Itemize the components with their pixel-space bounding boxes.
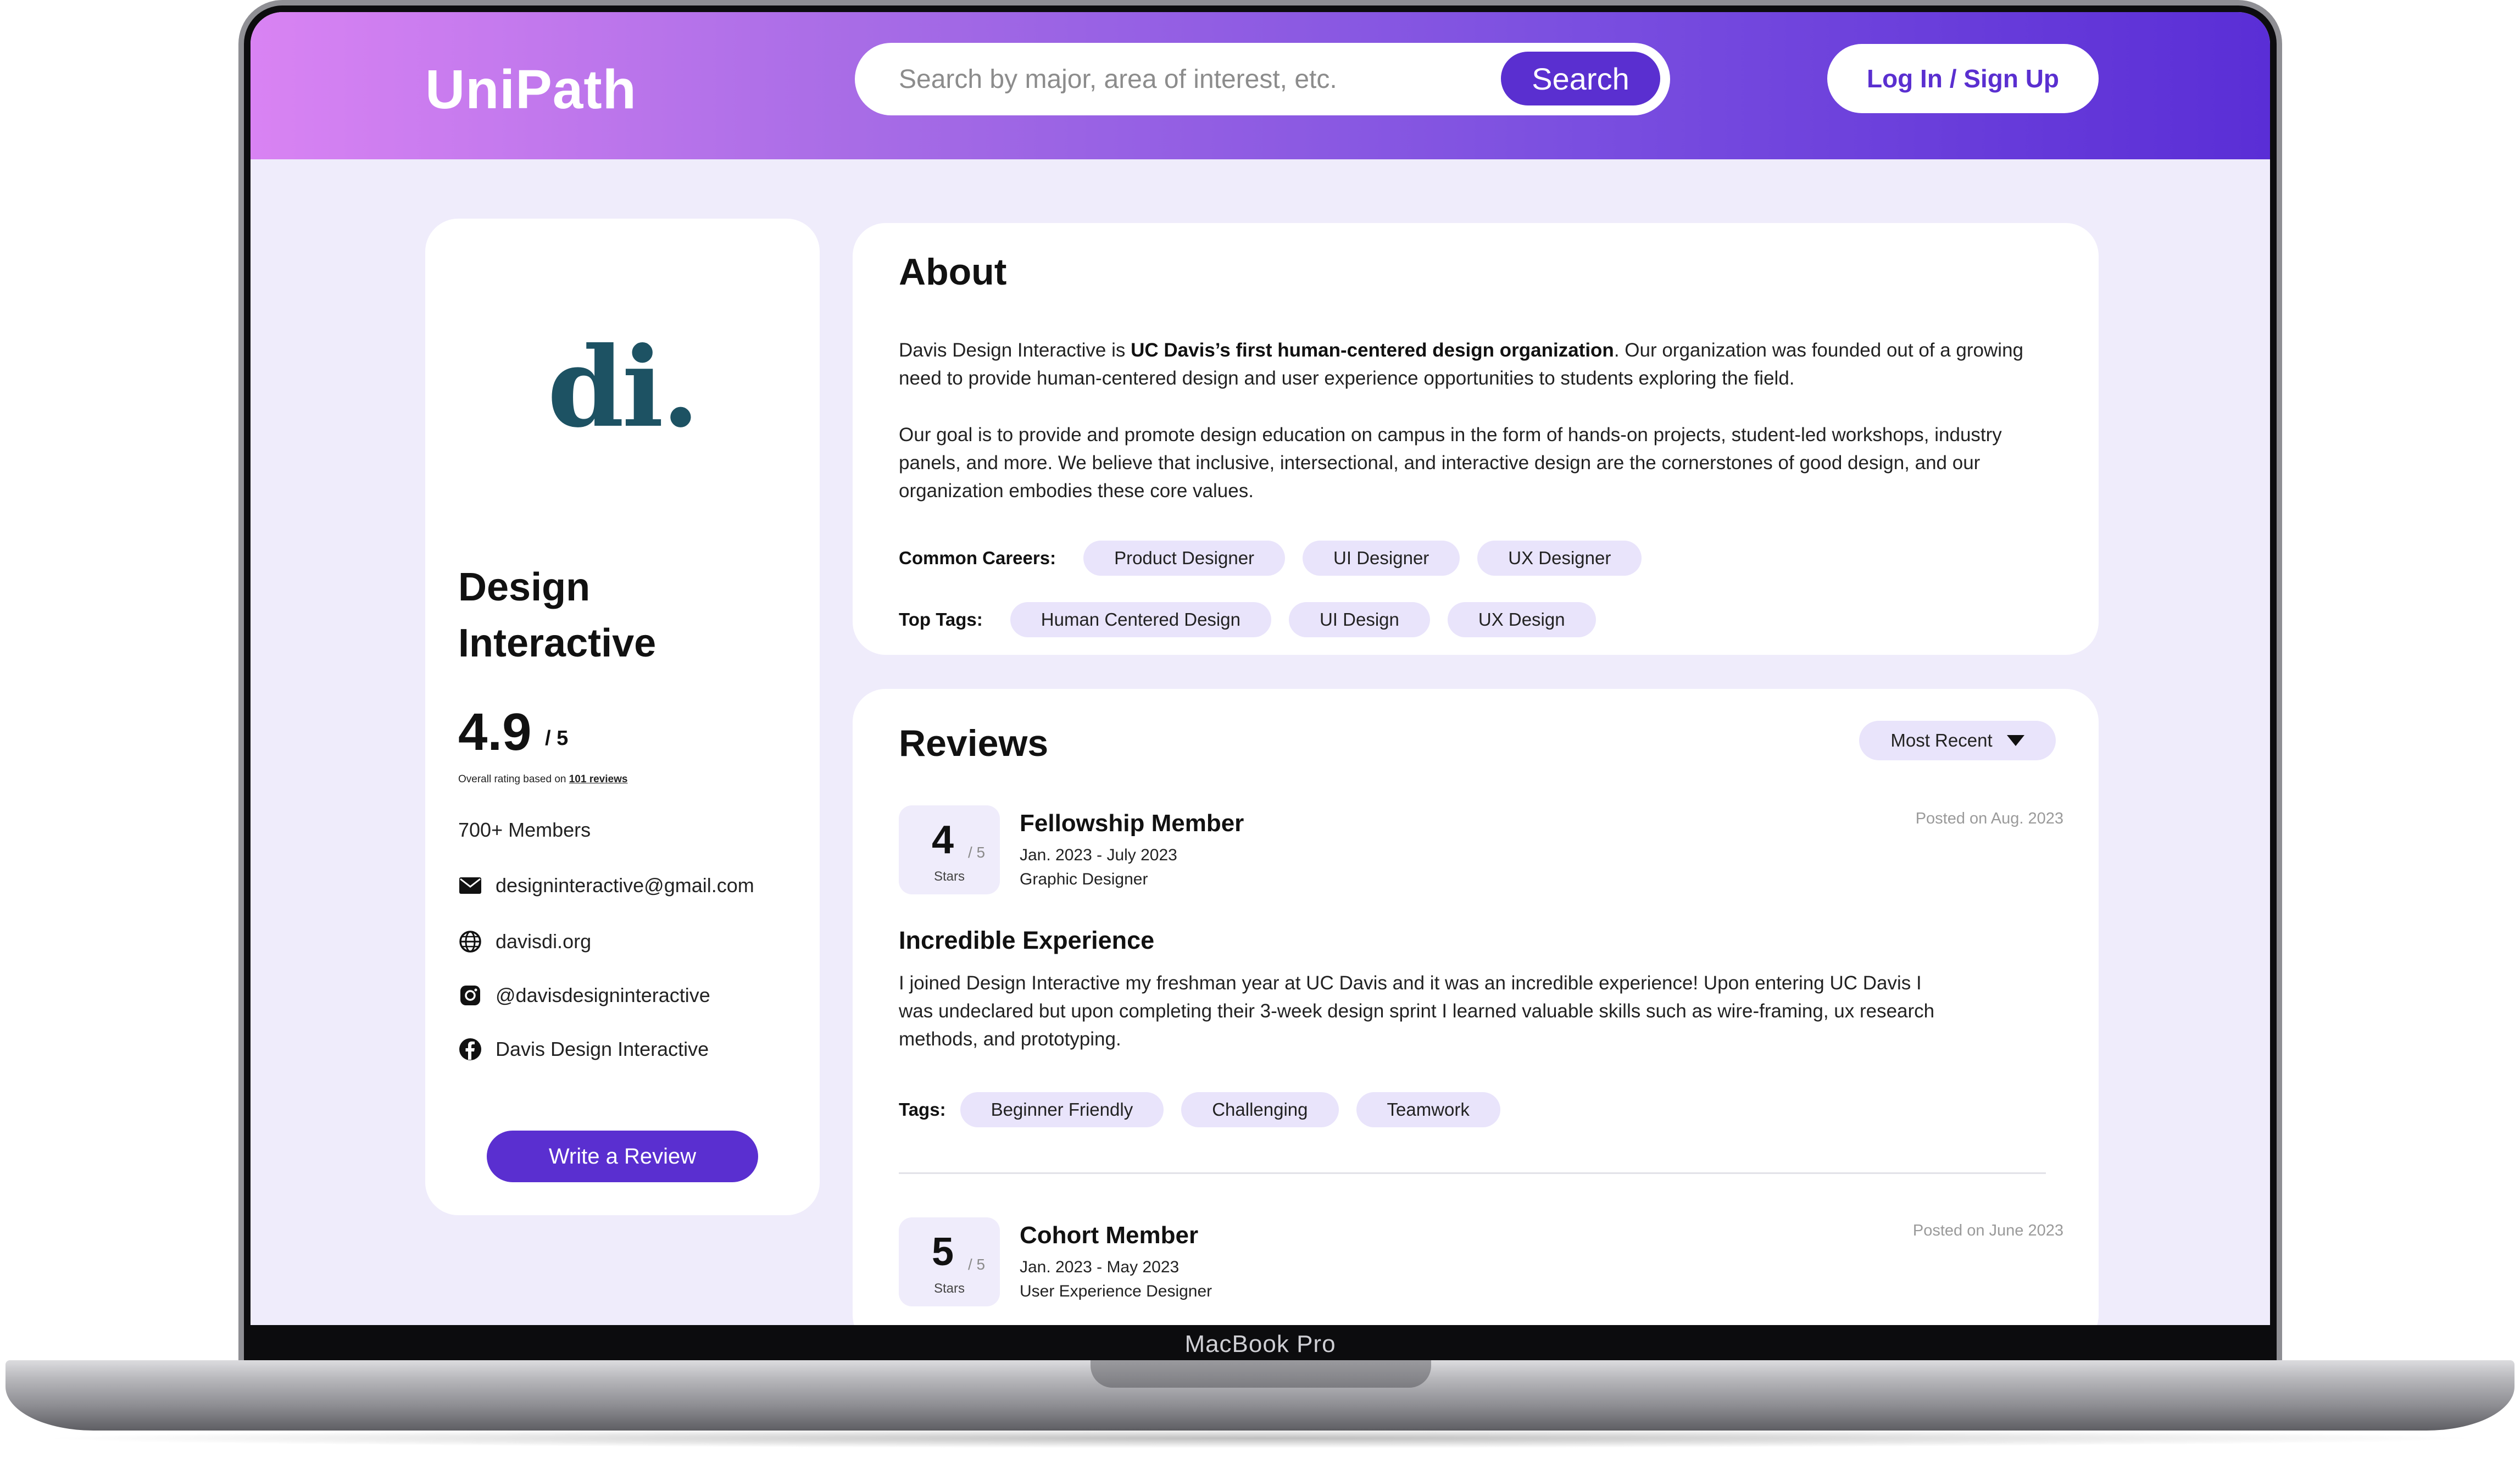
top-tags-row: Top Tags: Human Centered Design UI Desig… (899, 602, 1614, 637)
reviewer-role: Graphic Designer (1020, 870, 1148, 888)
contact-email[interactable]: designinteractive@gmail.com (458, 869, 754, 902)
review-posted-date: Posted on June 2023 (1912, 1222, 2063, 1239)
review-item: 5 / 5 Stars Cohort Member Jan. 2023 - Ma… (899, 1217, 2063, 1325)
review-tag-chip[interactable]: Teamwork (1356, 1092, 1500, 1127)
career-chip[interactable]: UX Designer (1477, 541, 1642, 576)
top-tags-label: Top Tags: (899, 609, 983, 630)
contact-facebook-text: Davis Design Interactive (496, 1038, 709, 1060)
review-tags-label: Tags: (899, 1099, 946, 1120)
review-title: Incredible Experience (899, 926, 1155, 954)
review-body: I joined Design Interactive my freshman … (899, 972, 1935, 1050)
instagram-icon (458, 983, 482, 1008)
common-careers-label: Common Careers: (899, 548, 1056, 568)
laptop-shadow (33, 1428, 2487, 1448)
contact-email-text: designinteractive@gmail.com (496, 874, 754, 897)
review-posted-date: Posted on Aug. 2023 (1915, 810, 2063, 827)
browser-screen: UniPath Search Log In / Sign Up di. Desi… (251, 12, 2270, 1325)
globe-icon (458, 930, 482, 954)
device-label: MacBook Pro (1184, 1331, 1336, 1357)
about-p1-bold: UC Davis’s first human-centered design o… (1131, 340, 1614, 361)
rating-note-text: Overall rating based on (458, 773, 566, 785)
sort-dropdown-value: Most Recent (1890, 730, 1993, 750)
search-input[interactable] (899, 62, 1503, 97)
top-nav: UniPath Search Log In / Sign Up (251, 12, 2270, 159)
reviews-section: Reviews Most Recent 4 / 5 Stars Fellowsh… (853, 689, 2099, 1325)
rating-note: Overall rating based on 101 reviews (458, 773, 627, 786)
career-chip[interactable]: UI Designer (1303, 541, 1460, 576)
laptop-chin: MacBook Pro (244, 1325, 2277, 1364)
review-tags-row: Tags: Beginner Friendly Challenging Team… (899, 1092, 1518, 1127)
write-review-button[interactable]: Write a Review (487, 1131, 758, 1182)
review-tag-chip[interactable]: Challenging (1181, 1092, 1339, 1127)
contact-website[interactable]: davisdi.org (458, 925, 591, 958)
reviewer-role: User Experience Designer (1020, 1282, 1212, 1300)
member-count: 700+ Members (458, 819, 591, 841)
laptop-notch (1091, 1360, 1431, 1388)
review-score-max: / 5 (968, 844, 986, 861)
about-p1-start: Davis Design Interactive is (899, 340, 1131, 361)
caret-down-icon (2006, 735, 2024, 746)
about-title: About (899, 251, 1007, 293)
organization-name: Design Interactive (458, 565, 657, 665)
career-chip[interactable]: Product Designer (1083, 541, 1286, 576)
review-tag-chip[interactable]: Beginner Friendly (960, 1092, 1164, 1127)
review-score: 4 (932, 818, 954, 862)
reviewer-position: Fellowship Member (1020, 810, 1244, 837)
review-stars-label: Stars (933, 869, 965, 884)
review-score-box: 5 / 5 Stars (899, 1217, 1000, 1306)
tag-chip[interactable]: UX Design (1447, 602, 1596, 637)
contact-website-text: davisdi.org (496, 930, 592, 953)
contact-facebook[interactable]: Davis Design Interactive (458, 1033, 709, 1066)
facebook-icon (458, 1037, 482, 1061)
contact-instagram[interactable]: @davisdesigninteractive (458, 979, 710, 1012)
about-paragraph-1: Davis Design Interactive is UC Davis’s f… (899, 336, 2052, 392)
review-dates: Jan. 2023 - May 2023 (1020, 1258, 1180, 1276)
review-count-link[interactable]: 101 reviews (569, 773, 628, 785)
mail-icon (458, 873, 482, 898)
review-divider (899, 1172, 2046, 1174)
review-stars-label: Stars (933, 1281, 965, 1296)
review-score: 5 (932, 1230, 954, 1274)
sort-dropdown[interactable]: Most Recent (1859, 721, 2056, 760)
reviews-title: Reviews (899, 722, 1049, 764)
review-dates: Jan. 2023 - July 2023 (1020, 846, 1177, 864)
search-button[interactable]: Search (1501, 52, 1660, 105)
search-bar: Search (855, 43, 1670, 115)
tag-chip[interactable]: Human Centered Design (1010, 602, 1271, 637)
organization-profile-card: di. Design Interactive 4.9 / 5 Overall r… (425, 219, 820, 1215)
tag-chip[interactable]: UI Design (1288, 602, 1430, 637)
contact-instagram-text: @davisdesigninteractive (496, 984, 710, 1006)
organization-logo: di. (547, 323, 699, 452)
reviewer-position: Cohort Member (1020, 1222, 1199, 1249)
common-careers-row: Common Careers: Product Designer UI Desi… (899, 541, 1659, 576)
rating-value: 4.9 (458, 703, 532, 761)
site-logo[interactable]: UniPath (425, 58, 637, 121)
review-item: 4 / 5 Stars Fellowship Member Jan. 2023 … (899, 805, 2063, 1157)
about-paragraph-2: Our goal is to provide and promote desig… (899, 424, 2002, 502)
login-signup-button[interactable]: Log In / Sign Up (1827, 44, 2099, 113)
rating-max: / 5 (545, 727, 569, 750)
about-section: About Davis Design Interactive is UC Dav… (853, 223, 2099, 655)
review-score-max: / 5 (968, 1256, 986, 1273)
review-score-box: 4 / 5 Stars (899, 805, 1000, 894)
